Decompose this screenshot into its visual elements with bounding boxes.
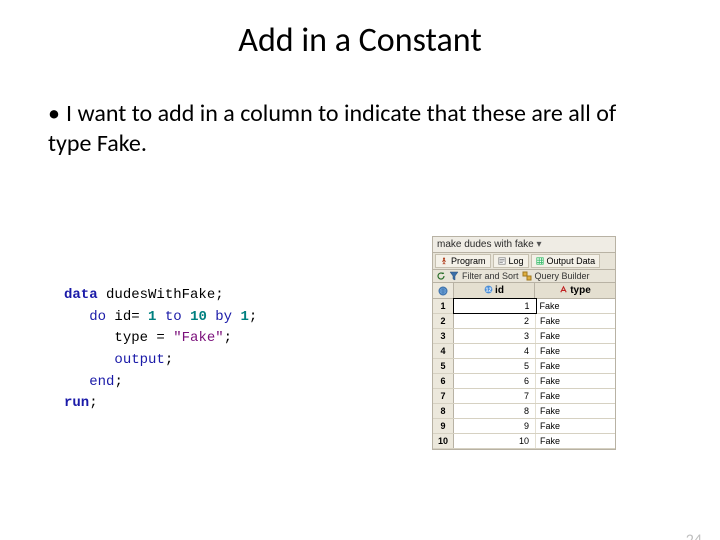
table-row[interactable]: 88Fake <box>433 404 615 419</box>
cell-id[interactable]: 9 <box>454 419 536 433</box>
svg-text:12: 12 <box>486 287 492 293</box>
cell-type[interactable]: Fake <box>536 374 615 388</box>
row-number-cell[interactable]: 9 <box>433 419 454 433</box>
table-row[interactable]: 11Fake <box>433 299 615 314</box>
query-builder-icon[interactable] <box>522 271 532 281</box>
table-row[interactable]: 44Fake <box>433 344 615 359</box>
cell-type[interactable]: Fake <box>536 359 615 373</box>
panel-title-text: make dudes with fake <box>437 239 534 250</box>
cell-id[interactable]: 8 <box>454 404 536 418</box>
code-str-fake: "Fake" <box>173 330 223 346</box>
tab-output-data-label: Output Data <box>547 256 596 266</box>
row-number-cell[interactable]: 6 <box>433 374 454 388</box>
cell-id[interactable]: 10 <box>454 434 536 448</box>
code-kw-to: to <box>156 309 190 325</box>
table-corner-cell[interactable] <box>433 283 454 298</box>
bullet-dot-icon: • <box>48 99 66 129</box>
output-data-panel: make dudes with fake ▾ Program Log Outpu… <box>432 236 616 450</box>
panel-toolbar: Filter and Sort Query Builder <box>433 270 615 283</box>
grid-icon <box>536 257 544 265</box>
tab-log[interactable]: Log <box>493 254 529 268</box>
cell-type[interactable]: Fake <box>536 329 615 343</box>
code-line-2-id: id= <box>106 309 148 325</box>
table-row[interactable]: 55Fake <box>433 359 615 374</box>
code-kw-do: do <box>89 309 106 325</box>
cell-type[interactable]: Fake <box>536 419 615 433</box>
code-kw-run: run <box>64 395 89 411</box>
code-kw-data: data <box>64 287 98 303</box>
table-body: 11Fake22Fake33Fake44Fake55Fake66Fake77Fa… <box>433 299 615 449</box>
panel-tabs: Program Log Output Data <box>433 253 615 270</box>
table-header-row: 12id type <box>433 283 615 299</box>
sas-code-block: data dudesWithFake; do id= 1 to 10 by 1;… <box>64 285 257 415</box>
row-number-cell[interactable]: 8 <box>433 404 454 418</box>
tab-program-label: Program <box>451 256 486 266</box>
bullet-text: I want to add in a column to indicate th… <box>48 99 616 158</box>
code-line-5-semi: ; <box>114 374 122 390</box>
tab-output-data[interactable]: Output Data <box>531 254 601 268</box>
code-num-10: 10 <box>190 309 207 325</box>
panel-title-bar: make dudes with fake ▾ <box>433 237 615 253</box>
char-sort-icon <box>559 285 568 294</box>
slide-title: Add in a Constant <box>0 20 720 61</box>
table-row[interactable]: 99Fake <box>433 419 615 434</box>
row-number-cell[interactable]: 7 <box>433 389 454 403</box>
table-row[interactable]: 22Fake <box>433 314 615 329</box>
column-header-type-label: type <box>570 285 591 296</box>
page-number: 24 <box>686 531 702 540</box>
cell-id[interactable]: 3 <box>454 329 536 343</box>
cell-id[interactable]: 7 <box>454 389 536 403</box>
cell-type[interactable]: Fake <box>536 389 615 403</box>
refresh-icon[interactable] <box>436 271 446 281</box>
cell-id[interactable]: 1 <box>453 298 537 314</box>
row-number-cell[interactable]: 5 <box>433 359 454 373</box>
row-number-cell[interactable]: 4 <box>433 344 454 358</box>
table-row[interactable]: 1010Fake <box>433 434 615 449</box>
table-row[interactable]: 66Fake <box>433 374 615 389</box>
code-kw-output: output <box>114 352 164 368</box>
code-num-1b: 1 <box>240 309 248 325</box>
log-icon <box>498 257 506 265</box>
dropdown-arrow-icon[interactable]: ▾ <box>537 239 542 250</box>
bullet-item: •I want to add in a column to indicate t… <box>48 99 628 159</box>
toolbar-filter-sort-label[interactable]: Filter and Sort <box>462 271 519 281</box>
row-number-cell[interactable]: 1 <box>433 299 454 313</box>
column-header-id-label: id <box>495 285 504 296</box>
code-line-3-semi: ; <box>224 330 232 346</box>
code-kw-end: end <box>89 374 114 390</box>
row-number-cell[interactable]: 3 <box>433 329 454 343</box>
table-row[interactable]: 77Fake <box>433 389 615 404</box>
cell-type[interactable]: Fake <box>536 299 616 313</box>
code-line-3-lhs: type = <box>114 330 173 346</box>
cell-type[interactable]: Fake <box>536 314 615 328</box>
code-kw-by: by <box>207 309 241 325</box>
tab-log-label: Log <box>509 256 524 266</box>
globe-icon <box>438 286 448 296</box>
row-number-cell[interactable]: 10 <box>433 434 454 448</box>
tab-program[interactable]: Program <box>435 254 491 268</box>
row-number-cell[interactable]: 2 <box>433 314 454 328</box>
table-row[interactable]: 33Fake <box>433 329 615 344</box>
code-line-4-semi: ; <box>165 352 173 368</box>
running-man-icon <box>440 257 448 265</box>
column-header-id[interactable]: 12id <box>454 283 535 298</box>
filter-icon[interactable] <box>449 271 459 281</box>
cell-id[interactable]: 4 <box>454 344 536 358</box>
code-line-6-semi: ; <box>89 395 97 411</box>
toolbar-query-builder-label[interactable]: Query Builder <box>535 271 590 281</box>
column-header-type[interactable]: type <box>535 283 615 298</box>
cell-type[interactable]: Fake <box>536 404 615 418</box>
cell-id[interactable]: 5 <box>454 359 536 373</box>
cell-id[interactable]: 6 <box>454 374 536 388</box>
cell-type[interactable]: Fake <box>536 434 615 448</box>
cell-id[interactable]: 2 <box>454 314 536 328</box>
cell-type[interactable]: Fake <box>536 344 615 358</box>
numeric-sort-icon: 12 <box>484 285 493 294</box>
code-line-1-rest: dudesWithFake; <box>98 287 224 303</box>
code-line-2-semi: ; <box>249 309 257 325</box>
